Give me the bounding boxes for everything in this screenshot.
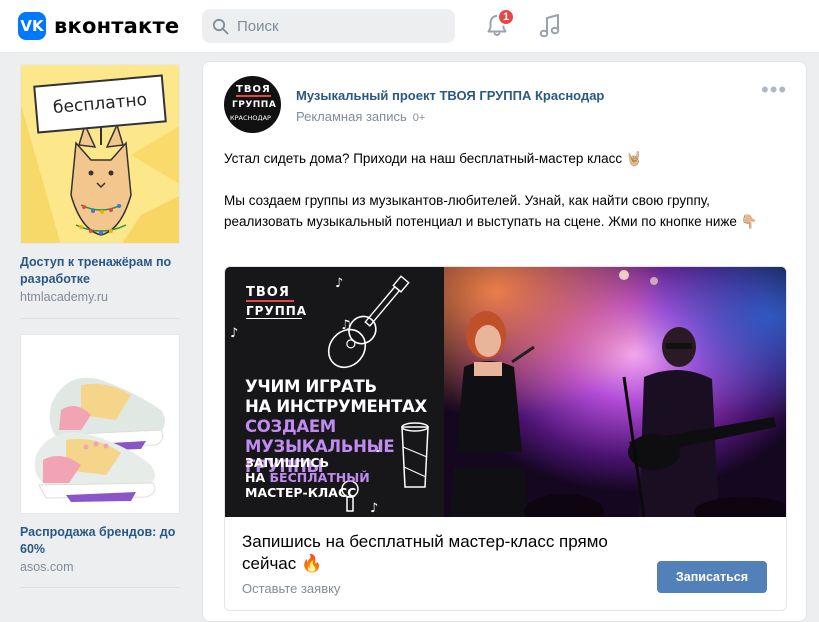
banner-cta-2b: БЕСПЛАТНЫЙ xyxy=(269,470,370,485)
svg-text:♪: ♪ xyxy=(230,326,238,341)
banner-cta-3: МАСТЕР-КЛАСС xyxy=(245,485,357,500)
ad-sign-text: бесплатно xyxy=(52,89,148,119)
group-avatar[interactable]: ТВОЯ ГРУППА КРАСНОДАР xyxy=(224,76,281,133)
banner-headline-3: СОЗДАЕМ xyxy=(245,417,336,436)
sidebar-ad-htmlacademy[interactable]: бесплатно Доступ к тренажёрам по разрабо… xyxy=(20,64,180,306)
ad-image-htmlacademy[interactable]: бесплатно xyxy=(20,64,180,244)
concert-photo-image xyxy=(444,267,786,517)
concert-photo xyxy=(444,267,786,517)
search-icon xyxy=(212,18,229,34)
banner-headline-1: УЧИМ ИГРАТЬ xyxy=(245,377,377,396)
banner-logo-line1: ТВОЯ xyxy=(246,285,294,302)
post-ad-label: Рекламная запись 0+ xyxy=(296,109,425,124)
cta-title[interactable]: Запишись на бесплатный мастер-класс прям… xyxy=(242,531,642,575)
sidebar-divider xyxy=(20,587,180,588)
banner-text-panel: ♪ ♫ ♪ ♪ ♪ ТВОЯ ГРУППА УЧИМ ИГРАТЬ НА ИНС… xyxy=(225,267,444,517)
post-text-paragraph: Мы создаем группы из музыкантов-любителе… xyxy=(224,193,758,229)
ad-cta-block: Запишись на бесплатный мастер-класс прям… xyxy=(225,517,786,610)
vk-logo-text: вконтакте xyxy=(54,14,180,38)
cta-subtitle: Оставьте заявку xyxy=(242,581,341,596)
banner-cta-2a: НА xyxy=(245,470,270,485)
vk-logo-icon: VK xyxy=(18,12,46,40)
ad-banner[interactable]: ♪ ♫ ♪ ♪ ♪ ТВОЯ ГРУППА УЧИМ ИГРАТЬ НА ИНС… xyxy=(225,267,786,517)
post-text-line: Устал сидеть дома? Приходи на наш беспла… xyxy=(224,151,643,166)
post-text: Устал сидеть дома? Приходи на наш беспла… xyxy=(224,148,789,232)
vk-logo[interactable]: VK вконтакте xyxy=(18,12,179,40)
more-options-icon[interactable]: ••• xyxy=(761,79,787,101)
banner-cta-2: НА БЕСПЛАТНЫЙ xyxy=(245,470,370,485)
search-input[interactable] xyxy=(237,17,437,35)
avatar-logo-line2: ГРУППА xyxy=(232,100,277,110)
banner-cta-1: ЗАПИШИСЬ xyxy=(245,455,330,470)
svg-text:♪: ♪ xyxy=(370,501,378,516)
sponsored-post: ТВОЯ ГРУППА КРАСНОДАР Музыкальный проект… xyxy=(202,61,807,622)
ad-domain: htmlacademy.ru xyxy=(20,290,108,304)
avatar-logo-line3: КРАСНОДАР xyxy=(230,114,271,122)
avatar-logo-line1: ТВОЯ xyxy=(236,84,271,97)
banner-logo: ТВОЯ ГРУППА xyxy=(246,285,308,319)
signup-button[interactable]: Записаться xyxy=(657,561,767,593)
sneakers-image xyxy=(34,377,165,502)
banner-logo-line2: ГРУППА xyxy=(246,304,308,319)
age-rating: 0+ xyxy=(412,112,426,124)
banner-headline-2: НА ИНСТРУМЕНТАХ xyxy=(245,397,427,416)
sponsored-label: Рекламная запись xyxy=(296,109,407,124)
svg-text:♪: ♪ xyxy=(335,276,343,291)
sidebar-ad-asos[interactable]: Распродажа брендов: до 60% asos.com xyxy=(20,334,180,576)
music-icon[interactable] xyxy=(537,12,563,40)
post-author-link[interactable]: Музыкальный проект ТВОЯ ГРУППА Краснодар xyxy=(296,88,604,103)
search-box[interactable] xyxy=(202,9,455,43)
notification-badge: 1 xyxy=(497,8,515,26)
sidebar-divider xyxy=(20,318,180,319)
svg-text:♫: ♫ xyxy=(340,318,352,333)
ad-title[interactable]: Распродажа брендов: до 60% xyxy=(20,524,180,558)
top-bar: VK вконтакте 1 xyxy=(0,0,819,53)
ad-media-card[interactable]: ♪ ♫ ♪ ♪ ♪ ТВОЯ ГРУППА УЧИМ ИГРАТЬ НА ИНС… xyxy=(224,266,787,611)
ad-domain: asos.com xyxy=(20,560,74,574)
ad-image-sneakers[interactable] xyxy=(20,334,180,514)
ad-title[interactable]: Доступ к тренажёрам по разработке xyxy=(20,254,180,288)
